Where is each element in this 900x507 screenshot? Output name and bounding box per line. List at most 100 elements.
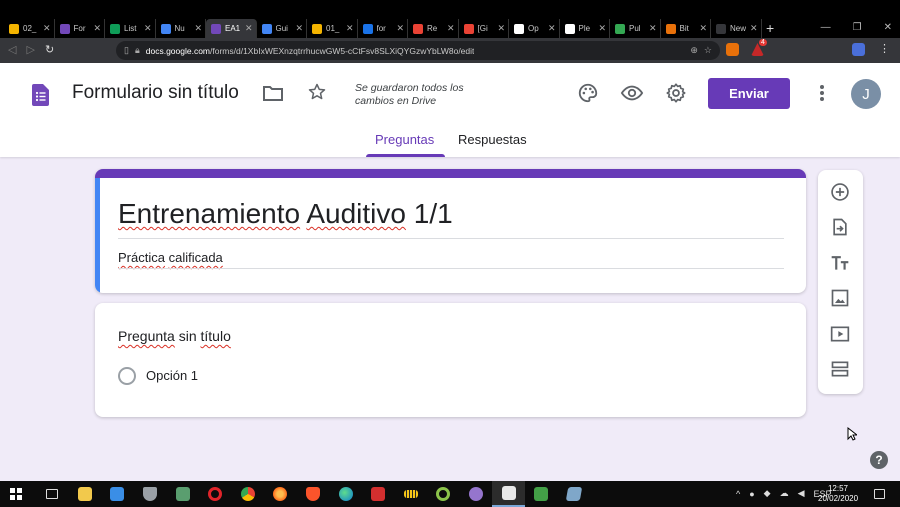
add-title-icon[interactable]	[829, 252, 851, 274]
notifications-icon[interactable]	[874, 489, 885, 499]
import-questions-icon[interactable]	[829, 216, 851, 238]
tab-close-icon[interactable]: ✕	[43, 23, 51, 34]
browser-tab[interactable]: 02_ ✕	[4, 19, 55, 38]
tab-close-icon[interactable]: ✕	[396, 23, 404, 34]
tab-close-icon[interactable]: ✕	[649, 23, 657, 34]
url-text[interactable]: docs.google.com/forms/d/1XbIxWEXnzqtrrhu…	[146, 46, 475, 56]
piano-app-icon[interactable]	[395, 481, 428, 507]
file-explorer-icon[interactable]	[69, 481, 102, 507]
firefox-icon[interactable]	[264, 481, 297, 507]
form-title-text[interactable]: Entrenamiento Auditivo 1/1	[118, 198, 453, 229]
more-options-icon[interactable]	[815, 82, 829, 104]
tab-close-icon[interactable]: ✕	[497, 23, 505, 34]
add-image-icon[interactable]	[829, 287, 851, 309]
browser-tab[interactable]: Nu ✕	[156, 19, 206, 38]
tab-close-icon[interactable]: ✕	[346, 23, 354, 34]
defender-icon[interactable]	[134, 481, 167, 507]
add-video-icon[interactable]	[829, 323, 851, 345]
mic-icon[interactable]: ●	[749, 489, 754, 499]
option-radio[interactable]	[118, 367, 136, 385]
browser-tabs: 02_ ✕ For ✕ List ✕ Nu ✕ EA1 ✕ Gui ✕ 01_ ✕ for ✕ Re ✕ [Gi ✕ O…	[4, 19, 762, 38]
pdf-app-icon[interactable]	[362, 481, 395, 507]
tab-close-icon[interactable]: ✕	[750, 23, 758, 34]
form-description[interactable]: Práctica calificada	[118, 250, 223, 265]
camtasia-icon[interactable]	[492, 481, 525, 507]
form-title-card[interactable]: Entrenamiento Auditivo 1/1 Práctica cali…	[95, 169, 806, 293]
new-tab-icon[interactable]: +	[766, 21, 774, 35]
folder-icon[interactable]	[262, 83, 284, 103]
form-name[interactable]: Formulario sin título	[72, 82, 239, 104]
task-view-icon[interactable]	[36, 481, 69, 507]
browser-tab[interactable]: Pul ✕	[610, 19, 661, 38]
forward-icon[interactable]: ▷	[26, 44, 34, 56]
tab-close-icon[interactable]: ✕	[598, 23, 606, 34]
restore-icon[interactable]: ❐	[853, 22, 862, 33]
tab-close-icon[interactable]: ✕	[194, 23, 202, 34]
question-title[interactable]: Pregunta sin título	[118, 328, 231, 344]
settings-gear-icon[interactable]	[665, 82, 687, 104]
brave-icon[interactable]	[297, 481, 330, 507]
edge-icon[interactable]	[329, 481, 362, 507]
close-window-icon[interactable]: ✕	[884, 22, 892, 33]
back-icon[interactable]: ◁	[8, 44, 16, 56]
question-card[interactable]: Pregunta sin título Opción 1	[95, 303, 806, 417]
browser-tab[interactable]: Re ✕	[408, 19, 459, 38]
browser-tab[interactable]: List ✕	[105, 19, 156, 38]
browser-tab[interactable]: [Gi ✕	[459, 19, 509, 38]
tab-preguntas[interactable]: Preguntas	[375, 132, 434, 147]
tab-close-icon[interactable]: ✕	[295, 23, 303, 34]
tray-chevron-icon[interactable]: ^	[736, 489, 740, 499]
tab-respuestas[interactable]: Respuestas	[458, 132, 527, 147]
option-label[interactable]: Opción 1	[146, 368, 198, 383]
browser-tab[interactable]: Gui ✕	[257, 19, 307, 38]
add-section-icon[interactable]	[829, 358, 851, 380]
notes-app-icon[interactable]	[558, 481, 591, 507]
network-app-icon[interactable]	[166, 481, 199, 507]
bookmark-page-icon[interactable]: ▯	[124, 45, 129, 56]
form-title[interactable]: Entrenamiento Auditivo 1/1	[118, 198, 453, 230]
minimize-icon[interactable]: —	[821, 22, 831, 33]
bookmark-star-icon[interactable]: ☆	[704, 45, 712, 56]
opera-icon[interactable]	[199, 481, 232, 507]
volume-icon[interactable]: ◀	[798, 488, 805, 499]
camtasia-recorder-icon[interactable]	[525, 481, 558, 507]
translate-extension-icon[interactable]	[852, 43, 865, 56]
browser-tab[interactable]: New Tab ✕	[711, 19, 762, 38]
browser-tab[interactable]: Op ✕	[509, 19, 560, 38]
add-question-icon[interactable]	[829, 181, 851, 203]
tab-close-icon[interactable]: ✕	[447, 23, 455, 34]
reload-icon[interactable]: ↻	[45, 44, 54, 56]
help-icon[interactable]: ?	[870, 451, 888, 469]
star-icon[interactable]	[307, 82, 327, 102]
browser-tab[interactable]: 01_ ✕	[307, 19, 358, 38]
browser-tab[interactable]: Ple ✕	[560, 19, 610, 38]
tab-close-icon[interactable]: ✕	[245, 23, 253, 34]
browser-tab[interactable]: for ✕	[358, 19, 408, 38]
tab-close-icon[interactable]: ✕	[144, 23, 152, 34]
tab-close-icon[interactable]: ✕	[548, 23, 556, 34]
brave-shield-icon[interactable]	[726, 43, 739, 56]
forms-logo-icon[interactable]	[32, 84, 49, 106]
palette-icon[interactable]	[577, 82, 599, 104]
windows-start-icon[interactable]	[10, 488, 22, 500]
browser-tab[interactable]: Bit ✕	[661, 19, 711, 38]
chrome-icon[interactable]	[232, 481, 265, 507]
account-avatar[interactable]: J	[851, 79, 881, 109]
address-bar[interactable]: ▯ 🔒︎ docs.google.com/forms/d/1XbIxWEXnzq…	[116, 41, 720, 60]
browser-tab[interactable]: EA1 ✕	[206, 19, 257, 38]
send-button[interactable]: Enviar	[708, 78, 790, 109]
menu-kebab-icon[interactable]: ⋮	[879, 43, 890, 56]
media-app-icon[interactable]	[460, 481, 493, 507]
extension-alert-icon[interactable]: 4	[751, 39, 767, 56]
snail-app-icon[interactable]	[427, 481, 460, 507]
system-clock[interactable]: 12:57 20/02/2020	[818, 484, 858, 504]
store-icon[interactable]	[101, 481, 134, 507]
zoom-icon[interactable]: ⊕	[690, 45, 698, 56]
tab-close-icon[interactable]: ✕	[93, 23, 101, 34]
cloud-icon[interactable]: ☁	[780, 488, 789, 499]
dropbox-icon[interactable]: ◆	[764, 488, 771, 499]
lock-icon[interactable]: 🔒︎	[135, 45, 140, 56]
browser-tab[interactable]: For ✕	[55, 19, 105, 38]
preview-eye-icon[interactable]	[620, 82, 644, 104]
tab-close-icon[interactable]: ✕	[699, 23, 707, 34]
